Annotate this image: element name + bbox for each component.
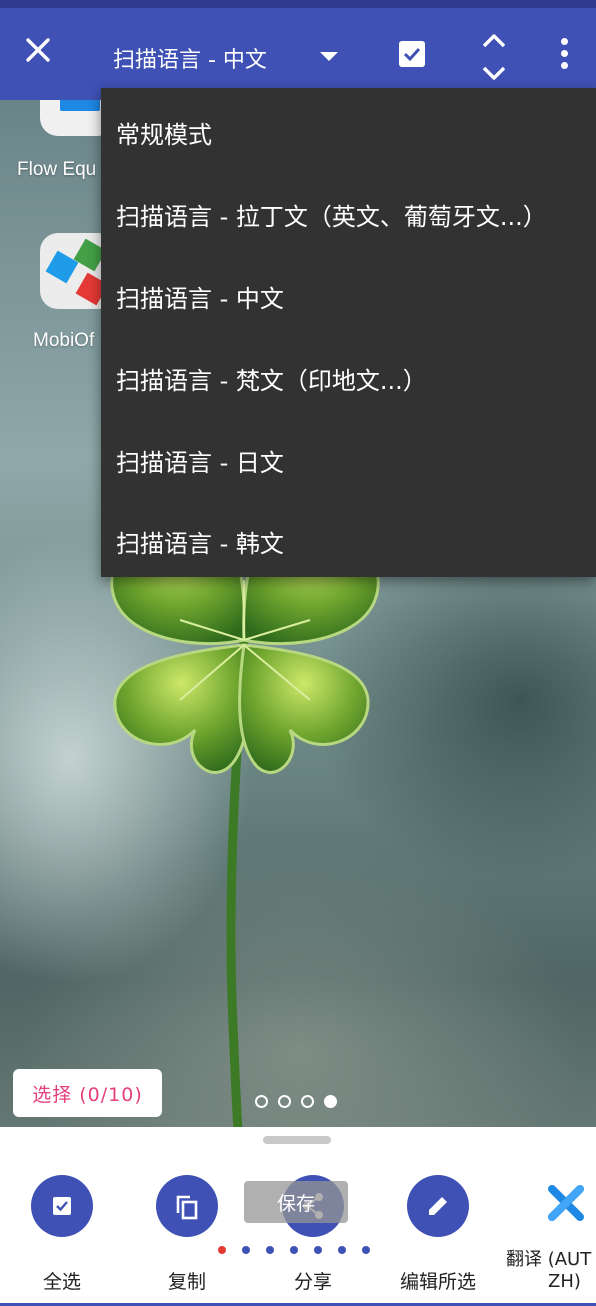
select-all-label: 全选 <box>42 1271 81 1293</box>
translate-label-line2: ZH) <box>548 1271 581 1292</box>
more-vert-icon[interactable] <box>556 38 572 78</box>
menu-item-chinese[interactable]: 扫描语言 - 中文 <box>116 279 284 314</box>
save-toast[interactable]: 保存 <box>244 1181 348 1223</box>
carousel-dot <box>338 1246 346 1254</box>
menu-item-japanese[interactable]: 扫描语言 - 日文 <box>116 443 284 478</box>
translate-x-icon <box>548 1185 584 1221</box>
menu-item-normal-mode[interactable]: 常规模式 <box>116 115 212 150</box>
page-dot-active <box>324 1095 337 1108</box>
copy-label: 复制 <box>167 1271 206 1293</box>
menu-item-latin[interactable]: 扫描语言 - 拉丁文（英文、葡萄牙文...） <box>116 197 547 232</box>
menu-item-devanagari[interactable]: 扫描语言 - 梵文（印地文...） <box>116 361 427 396</box>
edit-selected-button[interactable]: 编辑所选 <box>378 1175 498 1294</box>
select-all-button[interactable]: 全选 <box>2 1175 122 1294</box>
scan-language-menu: 常规模式 扫描语言 - 拉丁文（英文、葡萄牙文...） 扫描语言 - 中文 扫描… <box>101 88 596 577</box>
carousel-dot <box>290 1246 298 1254</box>
page-dot <box>278 1095 291 1108</box>
copy-button[interactable]: 复制 <box>127 1175 247 1294</box>
top-app-bar: 扫描语言 - 中文 <box>0 0 596 100</box>
translate-label: 翻译 (AUT ZH) <box>506 1249 596 1293</box>
pencil-icon <box>407 1175 469 1237</box>
background-app-label: Flow Equ <box>17 159 97 180</box>
edit-selected-label: 编辑所选 <box>399 1271 476 1293</box>
checkbox-icon[interactable] <box>399 41 425 67</box>
carousel-dot <box>362 1246 370 1254</box>
caret-down-icon[interactable] <box>320 52 338 61</box>
selection-count-chip[interactable]: 选择 (0/10) <box>13 1069 162 1117</box>
background-app-label: MobiOf <box>33 330 95 351</box>
bottom-action-sheet: 全选 复制 分享 编辑所选 保存 翻译 (AUT ZH) <box>0 1127 596 1306</box>
copy-icon <box>156 1175 218 1237</box>
carousel-dot-active <box>218 1246 226 1254</box>
page-indicator <box>255 1095 337 1108</box>
share-label: 分享 <box>293 1271 332 1293</box>
drag-handle[interactable] <box>263 1136 331 1144</box>
close-icon[interactable] <box>18 30 58 70</box>
scan-language-title[interactable]: 扫描语言 - 中文 <box>113 42 267 74</box>
carousel-dot <box>266 1246 274 1254</box>
page-dot <box>301 1095 314 1108</box>
carousel-dot <box>314 1246 322 1254</box>
carousel-indicator <box>218 1246 378 1256</box>
page-dot <box>255 1095 268 1108</box>
carousel-dot <box>242 1246 250 1254</box>
checkbox-icon <box>31 1175 93 1237</box>
translate-label-line1: 翻译 (AUT <box>506 1249 592 1270</box>
unfold-icon[interactable] <box>478 30 510 84</box>
menu-item-korean[interactable]: 扫描语言 - 韩文 <box>116 524 284 559</box>
